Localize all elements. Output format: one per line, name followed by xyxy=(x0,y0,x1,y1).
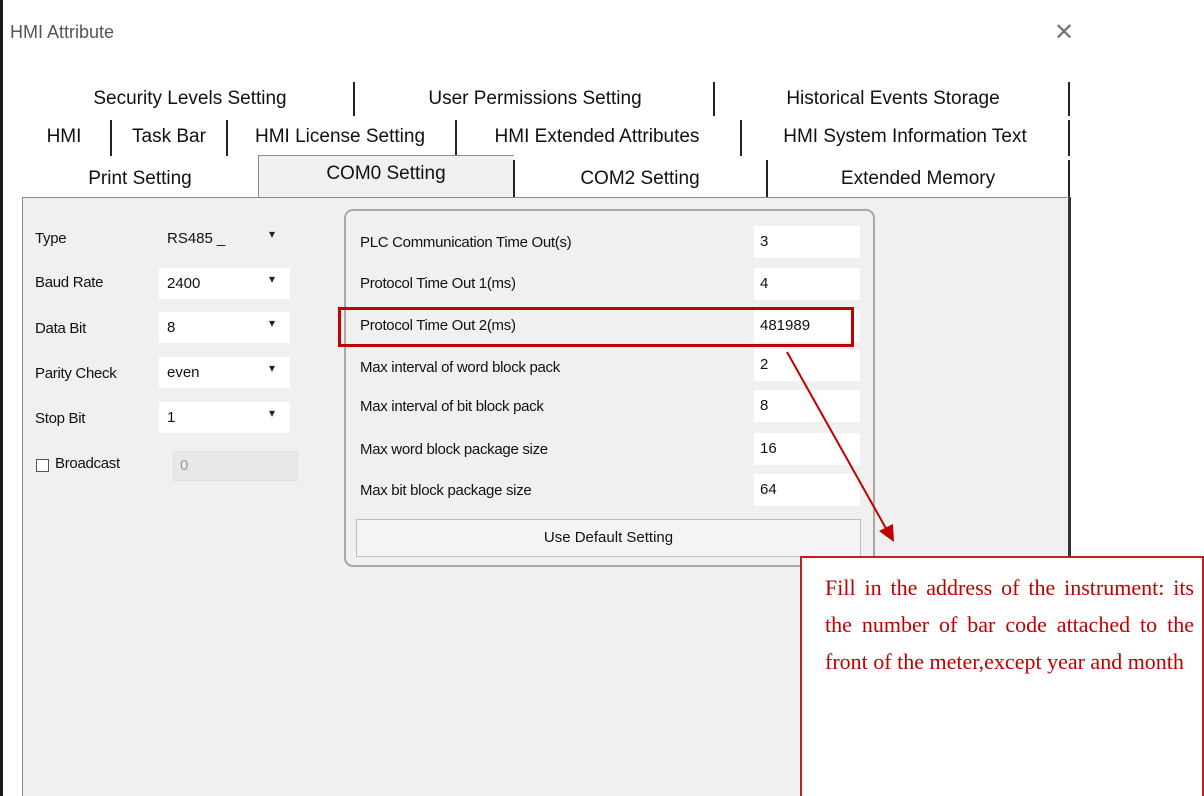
annotation-callout: Fill in the address of the instrument: i… xyxy=(800,556,1204,796)
annotation-text: Fill in the address of the instrument: i… xyxy=(825,575,1194,674)
